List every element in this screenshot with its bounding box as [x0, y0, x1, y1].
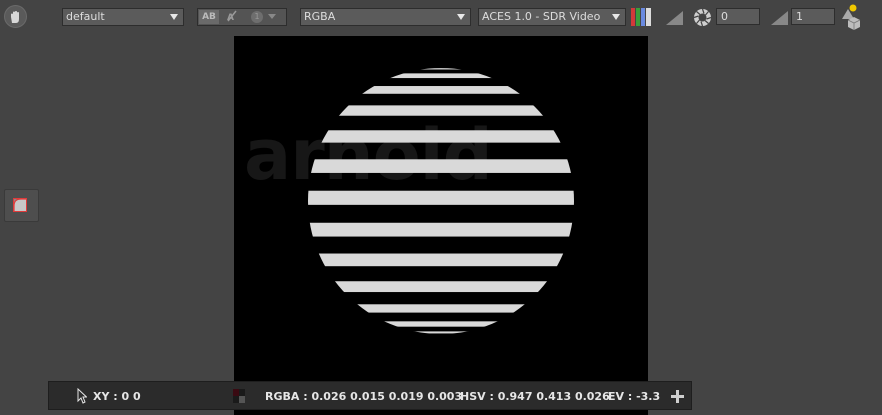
- sphere-stripe: [308, 86, 574, 94]
- sphere-stripe: [308, 304, 574, 313]
- sphere-stripe: [308, 130, 574, 143]
- shapes-icon[interactable]: [840, 4, 864, 34]
- sphere-stripe: [308, 68, 574, 70]
- aperture-icon[interactable]: [693, 8, 712, 31]
- xy-readout: XY : 0 0: [93, 390, 141, 403]
- chevron-down-icon: [457, 14, 465, 20]
- color-swatch-icon: [233, 389, 245, 403]
- view-transform-dropdown[interactable]: ACES 1.0 - SDR Video: [478, 8, 626, 26]
- sphere-stripe: [308, 190, 574, 205]
- alpha-channel-swatch: [646, 8, 651, 26]
- exposure-field[interactable]: 0: [716, 8, 760, 25]
- plus-icon[interactable]: [671, 390, 684, 406]
- sphere-stripe: [308, 321, 574, 327]
- cursor-icon: [77, 387, 88, 407]
- gamma-field[interactable]: 1: [791, 8, 835, 25]
- channel-dropdown[interactable]: RGBA: [300, 8, 471, 26]
- display-preset-dropdown[interactable]: default: [62, 8, 184, 26]
- chevron-down-icon: [170, 14, 178, 20]
- rgba-readout: RGBA : 0.026 0.015 0.019 0.003: [265, 390, 463, 403]
- hand-icon[interactable]: [4, 5, 27, 28]
- wipe-icon[interactable]: A: [222, 10, 242, 24]
- ab-compare-button[interactable]: AB: [199, 10, 219, 24]
- sphere-stripe: [308, 73, 574, 79]
- ab-slot-number[interactable]: 1: [251, 11, 263, 23]
- toolbar: default AB A 1 RGBA ACES 1.0 - SDR Video: [0, 0, 882, 36]
- status-bar: XY : 0 0 RGBA : 0.026 0.015 0.019 0.003 …: [48, 381, 692, 410]
- view-transform-value: ACES 1.0 - SDR Video: [482, 10, 601, 23]
- region-tool-button[interactable]: [4, 189, 39, 222]
- region-icon: [13, 198, 27, 212]
- sphere-stripe: [308, 281, 574, 293]
- sphere-stripe: [308, 105, 574, 116]
- render-viewport[interactable]: arnold: [234, 36, 648, 415]
- striped-sphere-render: [308, 68, 574, 334]
- ab-label: AB: [202, 12, 216, 22]
- ev-readout: EV : -3.3: [608, 390, 661, 403]
- chevron-down-icon[interactable]: [268, 14, 276, 19]
- chevron-down-icon: [612, 14, 620, 20]
- gamma-ramp-icon[interactable]: [770, 10, 789, 30]
- display-preset-value: default: [66, 10, 105, 23]
- gamma-ramp-icon[interactable]: [665, 10, 684, 30]
- sphere-stripe: [308, 331, 574, 334]
- svg-text:A: A: [227, 13, 234, 22]
- sphere-stripe: [308, 222, 574, 237]
- sphere-stripe: [308, 253, 574, 267]
- hsv-readout: HSV : 0.947 0.413 0.026: [460, 390, 610, 403]
- channel-value: RGBA: [304, 10, 336, 23]
- rgb-channels-icon[interactable]: [631, 8, 657, 26]
- sphere-stripe: [308, 159, 574, 173]
- ab-compare-group: AB A 1: [197, 8, 287, 26]
